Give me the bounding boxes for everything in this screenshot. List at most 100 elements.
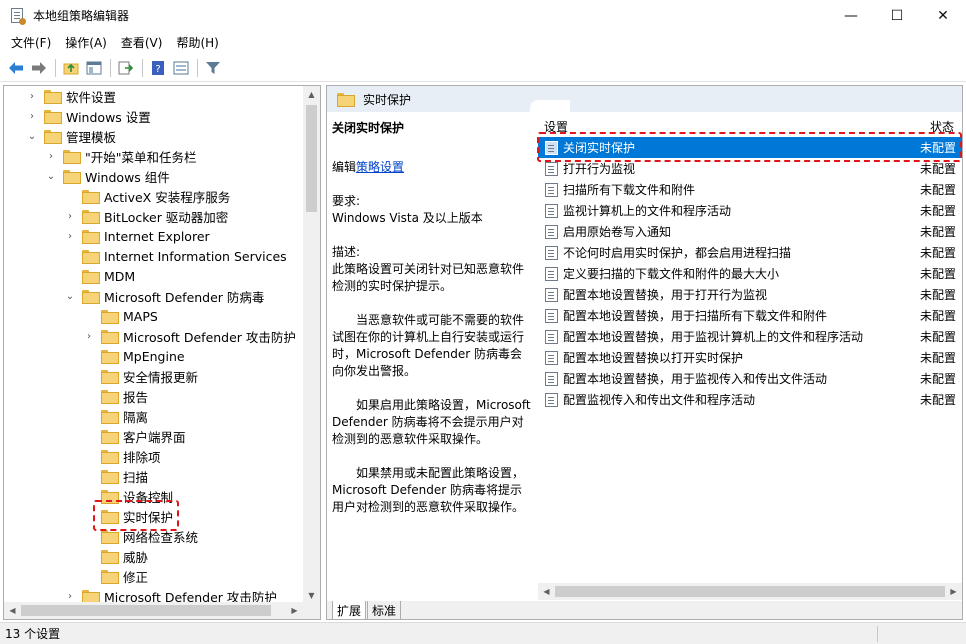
chevron-right-icon[interactable]: ›	[45, 146, 57, 166]
close-button[interactable]: ✕	[920, 0, 966, 31]
tree-item[interactable]: › 软件设置	[26, 86, 116, 106]
scroll-right-icon[interactable]: ▶	[286, 602, 303, 619]
tree-item[interactable]: 隔离	[83, 406, 148, 426]
tree-item-label: 修正	[123, 569, 149, 585]
policy-row[interactable]: 配置监视传入和传出文件和程序活动 未配置	[538, 389, 962, 410]
tree-item[interactable]: 网络检查系统	[83, 526, 198, 546]
no-expander	[83, 366, 95, 386]
tree-item[interactable]: ⌄ Windows 组件	[45, 166, 170, 186]
policy-row[interactable]: 不论何时启用实时保护，都会启用进程扫描 未配置	[538, 242, 962, 263]
policy-row[interactable]: 启用原始卷写入通知 未配置	[538, 221, 962, 242]
tree-item[interactable]: › Internet Explorer	[64, 226, 210, 246]
up-folder-button[interactable]	[60, 57, 82, 79]
export-list-button[interactable]	[115, 57, 137, 79]
column-setting[interactable]: 设置	[544, 118, 568, 135]
menu-action[interactable]: 操作(A)	[58, 34, 114, 51]
chevron-down-icon[interactable]: ⌄	[64, 286, 76, 306]
column-state[interactable]: 状态	[930, 118, 954, 135]
minimize-button[interactable]: —	[828, 0, 874, 31]
scroll-thumb[interactable]	[21, 605, 271, 616]
policy-row[interactable]: 配置本地设置替换以打开实时保护 未配置	[538, 347, 962, 368]
maximize-button[interactable]: ☐	[874, 0, 920, 31]
chevron-right-icon[interactable]: ›	[26, 86, 38, 106]
chevron-right-icon[interactable]: ›	[64, 226, 76, 246]
scroll-right-icon[interactable]: ▶	[945, 583, 962, 600]
tree-item[interactable]: › Windows 设置	[26, 106, 151, 126]
properties-button[interactable]	[170, 57, 192, 79]
menu-help[interactable]: 帮助(H)	[169, 34, 225, 51]
policy-row[interactable]: 扫描所有下载文件和附件 未配置	[538, 179, 962, 200]
tree-item[interactable]: ⌄ 管理模板	[26, 126, 116, 146]
tree-item[interactable]: ActiveX 安装程序服务	[64, 186, 230, 206]
policy-row[interactable]: 关闭实时保护 未配置	[538, 137, 962, 158]
policy-row[interactable]: 监视计算机上的文件和程序活动 未配置	[538, 200, 962, 221]
scroll-thumb[interactable]	[306, 105, 317, 212]
tree-item[interactable]: MAPS	[83, 306, 158, 326]
tree-item[interactable]: ⌄ Microsoft Defender 防病毒	[64, 286, 265, 306]
tree-item[interactable]: 排除项	[83, 446, 161, 466]
policy-setting-icon	[545, 140, 558, 155]
policy-row[interactable]: 定义要扫描的下载文件和附件的最大大小 未配置	[538, 263, 962, 284]
tree-item[interactable]: 威胁	[83, 546, 148, 566]
description-paragraph: 当恶意软件或可能不需要的软件试图在你的计算机上自行安装或运行时，Microsof…	[332, 313, 525, 378]
tree-item-label: Microsoft Defender 防病毒	[104, 289, 265, 305]
details-header: 实时保护	[327, 86, 962, 112]
tab-extended[interactable]: 扩展	[332, 601, 367, 619]
tree-item[interactable]: Internet Information Services	[64, 246, 287, 266]
policy-row[interactable]: 配置本地设置替换，用于打开行为监视 未配置	[538, 284, 962, 305]
tree-item[interactable]: 安全情报更新	[83, 366, 198, 386]
tree-item-label: MAPS	[123, 308, 158, 324]
policy-row[interactable]: 配置本地设置替换，用于监视传入和传出文件活动 未配置	[538, 368, 962, 389]
tree-item[interactable]: 设备控制	[83, 486, 173, 506]
tree-item[interactable]: › Microsoft Defender 攻击防护	[83, 326, 296, 346]
scroll-thumb[interactable]	[555, 586, 945, 597]
list-header: 设置 状态	[538, 112, 962, 135]
policy-row[interactable]: 配置本地设置替换，用于监视计算机上的文件和程序活动 未配置	[538, 326, 962, 347]
tree-item[interactable]: › BitLocker 驱动器加密	[64, 206, 228, 226]
menu-file[interactable]: 文件(F)	[4, 34, 58, 51]
tree-item[interactable]: MDM	[64, 266, 135, 286]
chevron-right-icon[interactable]: ›	[83, 326, 95, 346]
back-button[interactable]	[5, 57, 27, 79]
tree-item[interactable]: 修正	[83, 566, 148, 586]
chevron-down-icon[interactable]: ⌄	[45, 166, 57, 186]
edit-policy-link[interactable]: 策略设置	[356, 160, 404, 174]
tree-item[interactable]: 客户端界面	[83, 426, 186, 446]
menu-view[interactable]: 查看(V)	[114, 34, 170, 51]
tree-item-label: 管理模板	[66, 129, 117, 145]
tree-item[interactable]: › "开始"菜单和任务栏	[45, 146, 197, 166]
help-button[interactable]: ?	[147, 57, 169, 79]
policy-name: 启用原始卷写入通知	[563, 225, 672, 239]
policy-name: 配置监视传入和传出文件和程序活动	[563, 393, 756, 407]
scroll-left-icon[interactable]: ◀	[4, 602, 21, 619]
filter-button[interactable]	[202, 57, 224, 79]
no-expander	[83, 386, 95, 406]
scroll-up-icon[interactable]: ▲	[303, 86, 320, 103]
gpedit-icon	[9, 7, 26, 25]
chevron-right-icon[interactable]: ›	[64, 206, 76, 226]
console-tree[interactable]: › 软件设置 › Windows 设置 ⌄ 管理模板 › "开始"菜单和任务栏 ⌄ Windows…	[3, 85, 321, 620]
chevron-right-icon[interactable]: ›	[26, 106, 38, 126]
forward-button[interactable]	[28, 57, 50, 79]
window-title: 本地组策略编辑器	[33, 9, 130, 23]
policy-row[interactable]: 打开行为监视 未配置	[538, 158, 962, 179]
chevron-down-icon[interactable]: ⌄	[26, 126, 38, 146]
tree-item[interactable]: 实时保护	[83, 506, 173, 526]
policy-name: 关闭实时保护	[563, 141, 636, 155]
tree-item[interactable]: 报告	[83, 386, 148, 406]
help-icon: ?	[152, 60, 164, 75]
scroll-left-icon[interactable]: ◀	[538, 583, 555, 600]
tree-item-label: Internet Information Services	[104, 248, 287, 264]
tab-standard[interactable]: 标准	[367, 601, 402, 619]
tree-item[interactable]: MpEngine	[83, 346, 185, 366]
policy-setting-icon	[545, 329, 558, 344]
tree-item[interactable]: 扫描	[83, 466, 148, 486]
tree-horizontal-scrollbar[interactable]: ◀ ▶	[4, 602, 320, 619]
tree-vertical-scrollbar[interactable]: ▲ ▼	[303, 86, 320, 604]
policy-state: 未配置	[920, 183, 957, 197]
list-horizontal-scrollbar[interactable]: ◀ ▶	[538, 583, 962, 600]
show-hide-tree-button[interactable]	[83, 57, 105, 79]
folder-icon	[44, 130, 62, 144]
policy-row[interactable]: 配置本地设置替换，用于扫描所有下载文件和附件 未配置	[538, 305, 962, 326]
tree-item-label: Windows 设置	[66, 109, 151, 125]
